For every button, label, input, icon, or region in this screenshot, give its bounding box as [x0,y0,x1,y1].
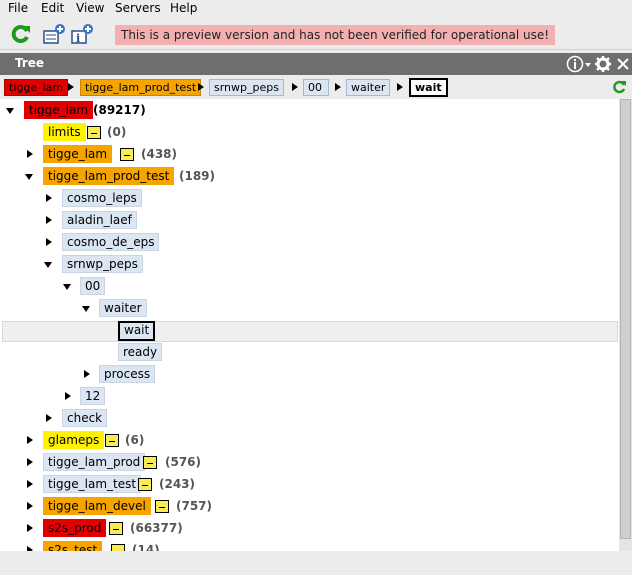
horizontal-scrollbar[interactable] [0,551,632,575]
panel-title: Tree [15,56,45,70]
node-count: (243) [159,477,196,491]
note-icon [87,126,101,139]
tree-panel-header: Tree [0,53,632,75]
breadcrumb-item[interactable]: tigge_lam_prod_test [80,79,202,96]
tree-node-tigge-lam[interactable]: tigge_lam [43,145,113,163]
info-icon[interactable] [566,55,584,73]
node-count: (189) [179,169,216,183]
tree-node-tigge-lam-prod-test[interactable]: tigge_lam_prod_test [43,167,175,185]
selected-row [2,321,618,342]
expand-toggle[interactable] [46,414,52,422]
expand-toggle[interactable] [82,306,90,312]
breadcrumb-item-current[interactable]: wait [409,78,448,97]
node-count: (0) [107,125,127,139]
note-icon [105,434,119,447]
tree-node-tigge-lam-prod[interactable]: tigge_lam_prod [43,453,146,471]
chevron-right-icon [397,83,403,91]
refresh-icon[interactable] [612,79,628,95]
note-icon [138,478,152,491]
note-icon [109,522,123,535]
tree-node-aladin-laef[interactable]: aladin_laef [62,211,137,229]
dropdown-icon[interactable] [584,55,592,73]
tree-node-cosmo-de-eps[interactable]: cosmo_de_eps [62,233,160,251]
breadcrumb-item[interactable]: waiter [346,79,391,96]
expand-toggle[interactable] [27,480,33,488]
breadcrumb: tigge_lam tigge_lam_prod_test srnwp_peps… [0,76,632,98]
tree-node-00[interactable]: 00 [80,277,106,295]
scrollbar-thumb[interactable] [620,99,631,539]
expand-toggle[interactable] [46,216,52,224]
note-icon [155,500,169,513]
breadcrumb-item[interactable]: 00 [303,79,329,96]
chevron-right-icon [68,83,74,91]
tree-node-tigge-lam-test[interactable]: tigge_lam_test [43,475,142,493]
svg-text:i: i [76,32,80,45]
node-count: (6) [125,433,145,447]
chevron-right-icon [335,83,341,91]
expand-toggle[interactable] [6,108,14,114]
refresh-icon[interactable] [10,23,34,45]
menu-edit[interactable]: Edit [41,1,64,15]
tree-node-waiter[interactable]: waiter [99,299,147,317]
tree-view[interactable]: tigge_lam (89217) limits (0) tigge_lam (… [0,99,619,551]
tree-node-s2s-test[interactable]: s2s_test [43,541,103,551]
vertical-scrollbar[interactable] [619,99,632,551]
tree-node-cosmo-leps[interactable]: cosmo_leps [62,189,142,207]
chevron-right-icon [198,83,204,91]
tree-node-tigge-lam-root[interactable]: tigge_lam [24,101,94,119]
tree-node-wait[interactable]: wait [118,321,156,341]
expand-toggle[interactable] [27,436,33,444]
toolbar: i This is a preview version and has not … [0,19,632,50]
node-count: (66377) [130,521,183,535]
expand-toggle[interactable] [65,392,71,400]
expand-toggle[interactable] [27,502,33,510]
expand-toggle[interactable] [84,370,90,378]
expand-toggle[interactable] [63,284,71,290]
node-count: (757) [176,499,213,513]
tree-node-glameps[interactable]: glameps [43,431,105,449]
expand-toggle[interactable] [46,238,52,246]
node-count: (14) [132,543,160,551]
tree-node-limits[interactable]: limits [43,123,86,141]
tree-node-srnwp-peps[interactable]: srnwp_peps [62,255,143,273]
expand-toggle[interactable] [27,524,33,532]
tree-node-check[interactable]: check [62,409,108,427]
menu-servers[interactable]: Servers [115,1,161,15]
gear-icon[interactable] [594,55,612,73]
node-count: (576) [165,455,202,469]
expand-toggle[interactable] [46,194,52,202]
tree-node-tigge-lam-devel[interactable]: tigge_lam_devel [43,497,151,515]
node-count: (89217) [93,103,146,117]
tree-node-12[interactable]: 12 [80,387,106,405]
menu-view[interactable]: View [76,1,104,15]
tree-node-ready[interactable]: ready [118,343,163,361]
tree-node-s2s-prod[interactable]: s2s_prod [43,519,107,537]
close-icon[interactable] [616,55,630,73]
chevron-right-icon [292,83,298,91]
breadcrumb-item[interactable]: srnwp_peps [209,79,284,96]
note-icon [143,456,157,469]
expand-toggle[interactable] [44,262,52,268]
note-icon [111,544,125,551]
info-add-icon[interactable]: i [70,23,94,45]
expand-toggle[interactable] [25,174,33,180]
node-count: (438) [141,147,178,161]
preview-warning: This is a preview version and has not be… [115,25,556,45]
menu-help[interactable]: Help [170,1,197,15]
expand-toggle[interactable] [27,150,33,158]
menu-file[interactable]: File [8,1,28,15]
tree-node-process[interactable]: process [99,365,156,383]
expand-toggle[interactable] [27,458,33,466]
menubar: File Edit View Servers Help [0,0,632,19]
breadcrumb-item[interactable]: tigge_lam [4,79,69,96]
note-icon [120,148,134,161]
add-server-icon[interactable] [42,23,66,45]
